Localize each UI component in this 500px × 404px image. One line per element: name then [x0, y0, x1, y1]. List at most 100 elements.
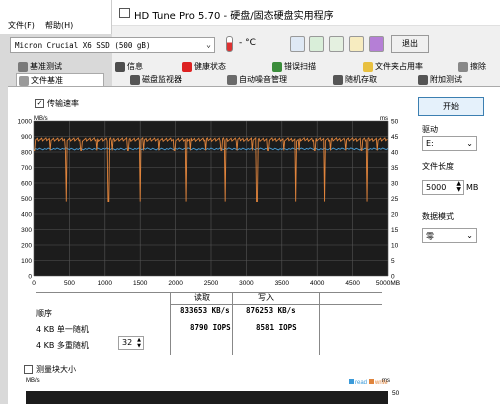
y-right-tick-label: 5: [391, 258, 395, 265]
y-left-tick-label: 600: [21, 181, 32, 188]
y-left-unit: MB/s: [34, 116, 48, 122]
y-right-tick-label: 15: [391, 227, 399, 234]
data-pattern-label: 数据模式: [422, 212, 454, 221]
y-right-unit: ms: [380, 116, 388, 122]
disk-monitor-icon: [130, 75, 140, 85]
row-sequential-label: 顺序: [36, 309, 52, 318]
4k-single-read-value: 8790 IOPS: [190, 323, 231, 332]
copy-screenshot-icon[interactable]: [309, 36, 324, 52]
x-tick-label: 5000MB: [376, 280, 400, 287]
tab-row-1: 基准测试 信息 健康状态 错误扫描 文件夹占用率 擦除: [8, 60, 496, 74]
y-left-tick-label: 900: [21, 134, 32, 141]
chevron-down-icon: ⌄: [466, 139, 473, 148]
benchmark-icon: [18, 62, 28, 72]
drive-select[interactable]: Micron Crucial X6 SSD (500 gB) ⌄: [10, 37, 215, 53]
x-tick-label: 2500: [204, 280, 219, 287]
checkbox-checked-icon: ✓: [35, 99, 44, 108]
y-right-tick-label: 35: [391, 165, 399, 172]
block-size-checkbox[interactable]: 测量块大小: [24, 364, 76, 375]
random-access-icon: [333, 75, 343, 85]
checkbox-unchecked-icon: [24, 365, 33, 374]
copy-info-icon[interactable]: [290, 36, 305, 52]
y-right-tick-label: 40: [391, 150, 399, 157]
tab-health[interactable]: 健康状态: [180, 60, 226, 74]
row-4k-multi-label: 4 KB 多重随机: [36, 341, 89, 350]
seq-read-value: 833653 KB/s: [180, 306, 230, 315]
queue-depth-spinner[interactable]: 32 ▲ ▼: [118, 336, 144, 350]
chevron-down-icon: ⌄: [466, 231, 473, 240]
x-tick-label: 500: [64, 280, 75, 287]
y-left-tick-label: 500: [21, 196, 32, 203]
background-app-menu: 文件(F) 帮助(H): [0, 0, 112, 34]
y-left-tick-label: 1000: [18, 119, 33, 126]
y-right-tick-label: 50: [391, 119, 399, 126]
extra-tests-icon: [418, 75, 428, 85]
transfer-rate-chart: 0 0100 5200 10300 15400 20500 25600 30700 35800 4…: [18, 116, 401, 287]
data-pattern-dropdown[interactable]: 零 ⌄: [422, 228, 477, 243]
drive-dropdown[interactable]: E: ⌄: [422, 136, 477, 151]
seq-write-value: 876253 KB/s: [246, 306, 296, 315]
chart2-top-tick: 50: [392, 390, 400, 397]
col-write-header: 写入: [258, 293, 274, 302]
window-title: HD Tune Pro 5.70 - 硬盘/固态硬盘实用程序: [134, 11, 334, 22]
file-benchmark-icon: [19, 76, 29, 86]
tab-aam[interactable]: 自动噪音管理: [225, 73, 287, 87]
erase-icon: [458, 62, 468, 72]
folder-icon: [363, 62, 373, 72]
drive-label: 驱动: [422, 125, 438, 134]
menu-help[interactable]: 帮助(H): [45, 20, 73, 31]
y-right-tick-label: 30: [391, 181, 399, 188]
tab-disk-monitor[interactable]: 磁盘监视器: [128, 73, 182, 87]
tab-error-scan[interactable]: 错误扫描: [270, 60, 316, 74]
speaker-icon: [227, 75, 237, 85]
menu-file[interactable]: 文件(F): [8, 20, 35, 31]
legend-write-swatch: [369, 379, 374, 384]
row-4k-single-label: 4 KB 单一随机: [36, 325, 89, 334]
x-tick-label: 0: [32, 280, 36, 287]
file-length-input[interactable]: 5000 ▲ ▼: [422, 180, 464, 195]
tab-random-access[interactable]: 随机存取: [331, 73, 377, 87]
y-left-tick-label: 400: [21, 212, 32, 219]
x-tick-label: 2000: [168, 280, 183, 287]
tab-folder-usage[interactable]: 文件夹占用率: [361, 60, 423, 74]
temperature-readout: - °C: [239, 38, 256, 48]
y-left-tick-label: 100: [21, 258, 32, 265]
thermometer-icon: [226, 36, 233, 52]
y-right-tick-label: 20: [391, 212, 399, 219]
legend-read-label: read: [355, 380, 367, 386]
chart2-left-unit: MB/s: [26, 378, 40, 384]
error-scan-icon: [272, 62, 282, 72]
x-tick-label: 3500: [275, 280, 290, 287]
y-left-tick-label: 200: [21, 243, 32, 250]
tab-extra-tests[interactable]: 附加测试: [416, 73, 462, 87]
x-tick-label: 1000: [98, 280, 113, 287]
tab-erase[interactable]: 擦除: [456, 60, 486, 74]
tab-info[interactable]: 信息: [113, 60, 143, 74]
options-icon[interactable]: [349, 36, 364, 52]
y-right-tick-label: 25: [391, 196, 399, 203]
col-read-header: 读取: [194, 293, 210, 302]
y-left-tick-label: 700: [21, 165, 32, 172]
title-bar: HD Tune Pro 5.70 - 硬盘/固态硬盘实用程序: [112, 0, 500, 26]
x-tick-label: 4000: [310, 280, 325, 287]
spinner-icon: ▲ ▼: [137, 337, 141, 349]
tab-row-2: 文件基准 磁盘监视器 自动噪音管理 随机存取 附加测试: [8, 73, 496, 88]
legend-write-label: write: [374, 380, 388, 386]
x-tick-label: 4500: [345, 280, 360, 287]
block-size-chart: MB/s ms50read write: [26, 378, 400, 404]
y-right-tick-label: 45: [391, 134, 399, 141]
app-icon: [119, 8, 130, 18]
y-right-tick-label: 10: [391, 243, 399, 250]
download-icon[interactable]: [369, 36, 384, 52]
x-tick-label: 3000: [239, 280, 254, 287]
health-icon: [182, 62, 192, 72]
legend-read-swatch: [349, 379, 354, 384]
transfer-rate-checkbox[interactable]: ✓ 传输速率: [35, 98, 79, 109]
4k-single-write-value: 8581 IOPS: [256, 323, 297, 332]
info-icon: [115, 62, 125, 72]
chart2-plot-area: [26, 391, 388, 404]
start-button[interactable]: 开始: [418, 97, 484, 116]
tab-benchmark[interactable]: 基准测试: [16, 60, 62, 74]
save-icon[interactable]: [329, 36, 344, 52]
exit-button[interactable]: 退出: [391, 35, 429, 53]
